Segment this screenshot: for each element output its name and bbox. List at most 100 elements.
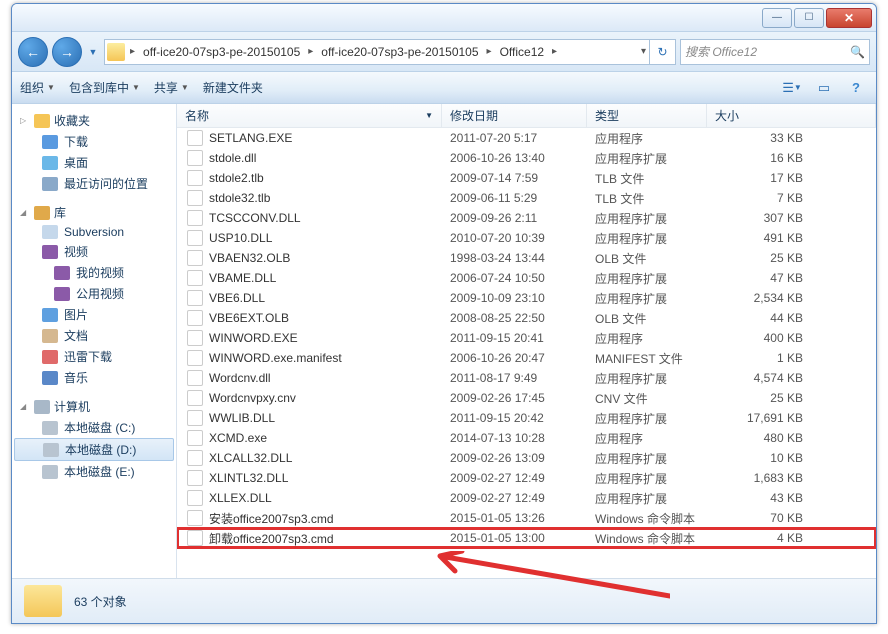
help-button[interactable]: ? (844, 77, 868, 99)
col-name[interactable]: 名称▼ (177, 104, 442, 127)
drive-icon (42, 421, 58, 435)
file-date: 2006-07-24 10:50 (450, 271, 595, 285)
sidebar: ▷收藏夹 下载桌面最近访问的位置 ◢库 Subversion 视频我的视频公用视频… (12, 104, 177, 578)
file-row[interactable]: VBAME.DLL 2006-07-24 10:50 应用程序扩展 47 KB (177, 268, 876, 288)
file-row[interactable]: Wordcnv.dll 2011-08-17 9:49 应用程序扩展 4,574… (177, 368, 876, 388)
forward-button[interactable]: → (52, 37, 82, 67)
file-name: WWLIB.DLL (209, 411, 450, 425)
sidebar-drive[interactable]: 本地磁盘 (D:) (14, 438, 174, 461)
sidebar-item[interactable]: 视频 (12, 241, 176, 262)
file-size: 47 KB (715, 271, 815, 285)
col-size[interactable]: 大小 (707, 104, 876, 127)
file-row[interactable]: SETLANG.EXE 2011-07-20 5:17 应用程序 33 KB (177, 128, 876, 148)
include-library-menu[interactable]: 包含到库中▼ (69, 79, 140, 96)
back-button[interactable]: ← (18, 37, 48, 67)
sidebar-item[interactable]: 最近访问的位置 (12, 173, 176, 194)
chevron-right-icon[interactable]: ▸ (305, 46, 316, 57)
share-menu[interactable]: 共享▼ (154, 79, 189, 96)
col-type[interactable]: 类型 (587, 104, 707, 127)
file-row[interactable]: WINWORD.exe.manifest 2006-10-26 20:47 MA… (177, 348, 876, 368)
view-options-button[interactable]: ☰ ▼ (780, 77, 804, 99)
preview-pane-button[interactable]: ▭ (812, 77, 836, 99)
maximize-button[interactable]: ☐ (794, 8, 824, 28)
file-row[interactable]: VBE6EXT.OLB 2008-08-25 22:50 OLB 文件 44 K… (177, 308, 876, 328)
file-row[interactable]: Wordcnvpxy.cnv 2009-02-26 17:45 CNV 文件 2… (177, 388, 876, 408)
sidebar-item-label: 迅雷下载 (64, 348, 112, 365)
col-date[interactable]: 修改日期 (442, 104, 587, 127)
sidebar-item[interactable]: 我的视频 (12, 262, 176, 283)
sidebar-item[interactable]: 公用视频 (12, 283, 176, 304)
file-row[interactable]: 卸载office2007sp3.cmd 2015-01-05 13:00 Win… (177, 528, 876, 548)
sidebar-item[interactable]: 音乐 (12, 367, 176, 388)
sidebar-item-label: Subversion (64, 225, 124, 239)
file-row[interactable]: XLINTL32.DLL 2009-02-27 12:49 应用程序扩展 1,6… (177, 468, 876, 488)
file-type: MANIFEST 文件 (595, 350, 715, 367)
minimize-button[interactable]: — (762, 8, 792, 28)
file-name: Wordcnv.dll (209, 371, 450, 385)
file-row[interactable]: USP10.DLL 2010-07-20 10:39 应用程序扩展 491 KB (177, 228, 876, 248)
history-dropdown[interactable]: ▼ (86, 38, 100, 66)
organize-menu[interactable]: 组织▼ (20, 79, 55, 96)
column-headers: 名称▼ 修改日期 类型 大小 (177, 104, 876, 128)
file-row[interactable]: XLLEX.DLL 2009-02-27 12:49 应用程序扩展 43 KB (177, 488, 876, 508)
file-pane: 名称▼ 修改日期 类型 大小 SETLANG.EXE 2011-07-20 5:… (177, 104, 876, 578)
file-type: 应用程序扩展 (595, 490, 715, 507)
breadcrumb[interactable]: ▸ off-ice20-07sp3-pe-20150105 ▸ off-ice2… (104, 39, 676, 65)
file-row[interactable]: WINWORD.EXE 2011-09-15 20:41 应用程序 400 KB (177, 328, 876, 348)
file-name: XLCALL32.DLL (209, 451, 450, 465)
search-icon[interactable]: 🔍 (850, 45, 865, 59)
file-list[interactable]: SETLANG.EXE 2011-07-20 5:17 应用程序 33 KB s… (177, 128, 876, 578)
file-row[interactable]: stdole.dll 2006-10-26 13:40 应用程序扩展 16 KB (177, 148, 876, 168)
file-row[interactable]: stdole2.tlb 2009-07-14 7:59 TLB 文件 17 KB (177, 168, 876, 188)
chevron-right-icon[interactable]: ▸ (127, 46, 138, 57)
favorites-header[interactable]: ▷收藏夹 (12, 110, 176, 131)
sidebar-item-label: 公用视频 (76, 285, 124, 302)
sidebar-item[interactable]: 图片 (12, 304, 176, 325)
crumb-0[interactable]: off-ice20-07sp3-pe-20150105 (138, 40, 305, 64)
file-date: 2008-08-25 22:50 (450, 311, 595, 325)
file-date: 2006-10-26 20:47 (450, 351, 595, 365)
sidebar-item[interactable]: Subversion (12, 223, 176, 241)
sidebar-icon (54, 287, 70, 301)
file-row[interactable]: XLCALL32.DLL 2009-02-26 13:09 应用程序扩展 10 … (177, 448, 876, 468)
file-row[interactable]: 安装office2007sp3.cmd 2015-01-05 13:26 Win… (177, 508, 876, 528)
chevron-right-icon[interactable]: ▸ (549, 46, 560, 57)
path-dropdown[interactable]: ▾ (638, 46, 649, 57)
libraries-header[interactable]: ◢库 (12, 202, 176, 223)
titlebar[interactable]: — ☐ ✕ (12, 4, 876, 32)
file-name: stdole2.tlb (209, 171, 450, 185)
file-row[interactable]: VBE6.DLL 2009-10-09 23:10 应用程序扩展 2,534 K… (177, 288, 876, 308)
file-date: 2009-02-27 12:49 (450, 471, 595, 485)
file-row[interactable]: VBAEN32.OLB 1998-03-24 13:44 OLB 文件 25 K… (177, 248, 876, 268)
computer-header[interactable]: ◢计算机 (12, 396, 176, 417)
crumb-1[interactable]: off-ice20-07sp3-pe-20150105 (316, 40, 483, 64)
new-folder-button[interactable]: 新建文件夹 (203, 79, 263, 96)
sidebar-item[interactable]: 桌面 (12, 152, 176, 173)
file-row[interactable]: WWLIB.DLL 2011-09-15 20:42 应用程序扩展 17,691… (177, 408, 876, 428)
refresh-button[interactable]: ↻ (649, 39, 675, 65)
file-row[interactable]: stdole32.tlb 2009-06-11 5:29 TLB 文件 7 KB (177, 188, 876, 208)
close-button[interactable]: ✕ (826, 8, 872, 28)
file-type: OLB 文件 (595, 250, 715, 267)
file-size: 2,534 KB (715, 291, 815, 305)
file-type: TLB 文件 (595, 190, 715, 207)
file-size: 4 KB (715, 531, 815, 545)
file-type: 应用程序 (595, 330, 715, 347)
crumb-2[interactable]: Office12 (495, 40, 549, 64)
explorer-window: — ☐ ✕ ← → ▼ ▸ off-ice20-07sp3-pe-2015010… (11, 3, 877, 624)
file-icon (187, 230, 203, 246)
file-row[interactable]: XCMD.exe 2014-07-13 10:28 应用程序 480 KB (177, 428, 876, 448)
sidebar-drive[interactable]: 本地磁盘 (E:) (12, 461, 176, 482)
sidebar-item[interactable]: 迅雷下载 (12, 346, 176, 367)
sidebar-item[interactable]: 下载 (12, 131, 176, 152)
chevron-right-icon[interactable]: ▸ (484, 46, 495, 57)
sidebar-icon (42, 350, 58, 364)
search-input[interactable]: 搜索 Office12 🔍 (680, 39, 870, 65)
file-row[interactable]: TCSCCONV.DLL 2009-09-26 2:11 应用程序扩展 307 … (177, 208, 876, 228)
sidebar-item[interactable]: 文档 (12, 325, 176, 346)
file-size: 33 KB (715, 131, 815, 145)
file-type: 应用程序 (595, 130, 715, 147)
sidebar-drive[interactable]: 本地磁盘 (C:) (12, 417, 176, 438)
navbar: ← → ▼ ▸ off-ice20-07sp3-pe-20150105 ▸ of… (12, 32, 876, 72)
sidebar-item-label: 本地磁盘 (C:) (64, 419, 135, 436)
